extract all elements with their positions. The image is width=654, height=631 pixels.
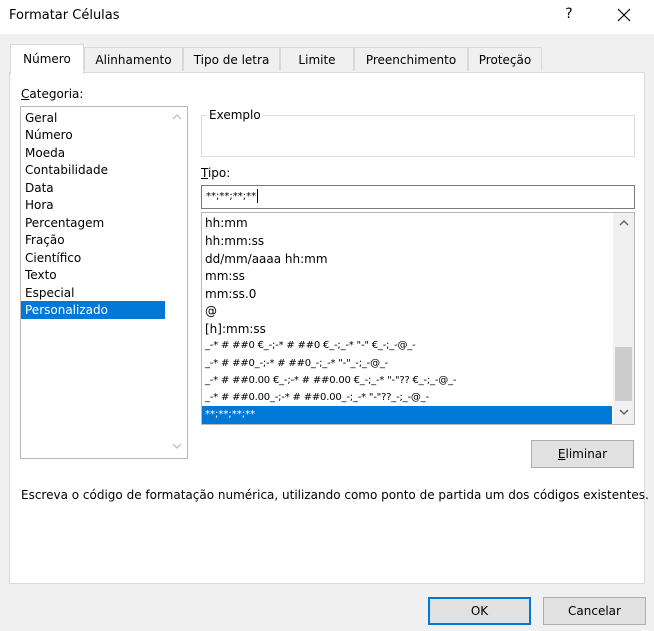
scroll-down-icon[interactable]: [613, 403, 634, 424]
description-text: Escreva o código de formatação numérica,…: [21, 488, 649, 502]
list-item[interactable]: mm:ss.0: [202, 285, 612, 303]
scroll-thumb[interactable]: [615, 347, 632, 401]
format-code-list[interactable]: hh:mm hh:mm:ss dd/mm/aaaa hh:mm mm:ss mm…: [201, 212, 635, 425]
list-item[interactable]: dd/mm/aaaa hh:mm: [202, 250, 612, 268]
example-legend: Exemplo: [207, 108, 263, 122]
list-item[interactable]: Geral: [21, 109, 165, 127]
type-input-value: **;**;**;**: [206, 191, 257, 202]
list-item[interactable]: Percentagem: [21, 214, 165, 232]
list-item[interactable]: Fração: [21, 231, 165, 249]
text-caret: [257, 189, 259, 203]
scroll-up-icon[interactable]: [166, 107, 187, 128]
format-scrollbar[interactable]: [613, 213, 634, 424]
category-list[interactable]: Geral Número Moeda Contabilidade Data Ho…: [20, 106, 188, 459]
scroll-up-icon[interactable]: [613, 213, 634, 234]
list-item[interactable]: Data: [21, 179, 165, 197]
tab-limite[interactable]: Limite: [280, 47, 354, 71]
list-item[interactable]: [h]:mm:ss: [202, 320, 612, 338]
category-scrollbar[interactable]: [166, 107, 187, 458]
list-item[interactable]: Texto: [21, 266, 165, 284]
type-label: Tipo:: [201, 166, 230, 180]
window-title: Formatar Células: [9, 8, 120, 23]
category-label: Categoria:: [21, 87, 83, 101]
list-item[interactable]: mm:ss: [202, 267, 612, 285]
list-item-selected[interactable]: **;**;**;**: [202, 406, 612, 424]
title-bar: Formatar Células ?: [0, 0, 654, 34]
category-label-text: ategoria:: [29, 87, 84, 101]
tab-protecao[interactable]: Proteção: [468, 47, 542, 71]
tab-alinhamento[interactable]: Alinhamento: [84, 47, 183, 71]
tab-tipo-de-letra[interactable]: Tipo de letra: [183, 47, 280, 71]
delete-button[interactable]: Eliminar: [531, 440, 634, 468]
delete-button-accel: E: [557, 447, 566, 461]
list-item[interactable]: Hora: [21, 196, 165, 214]
list-item[interactable]: _-* # ##0.00 €_-;-* # ##0.00 €_-;_-* "-"…: [202, 372, 612, 390]
list-item[interactable]: Especial: [21, 284, 165, 302]
list-item[interactable]: Científico: [21, 249, 165, 267]
list-item[interactable]: hh:mm:ss: [202, 232, 612, 250]
tab-numero[interactable]: Número: [10, 44, 84, 74]
list-item[interactable]: _-* # ##0.00_-;-* # ##0.00_-;_-* "-"??_-…: [202, 389, 612, 407]
delete-button-label: liminar: [565, 447, 608, 461]
help-button[interactable]: ?: [561, 6, 577, 22]
example-preview: [201, 115, 635, 157]
list-item[interactable]: _-* # ##0_-;-* # ##0_-;_-* "-"_-;_-@_-: [202, 355, 612, 373]
list-item-selected[interactable]: Personalizado: [21, 301, 165, 319]
list-item[interactable]: Moeda: [21, 144, 165, 162]
list-item[interactable]: Número: [21, 126, 165, 144]
close-icon[interactable]: [614, 5, 634, 25]
ok-button[interactable]: OK: [428, 597, 531, 625]
tab-preenchimento[interactable]: Preenchimento: [354, 47, 468, 71]
type-input[interactable]: **;**;**;**: [201, 185, 635, 209]
type-label-accel: T: [201, 166, 208, 180]
list-item[interactable]: @: [202, 302, 612, 320]
cancel-button[interactable]: Cancelar: [543, 597, 646, 625]
list-item[interactable]: Contabilidade: [21, 161, 165, 179]
list-item[interactable]: hh:mm: [202, 214, 612, 232]
type-label-text: ipo:: [207, 166, 231, 180]
list-item[interactable]: _-* # ##0 €_-;-* # ##0 €_-;_-* "-" €_-;_…: [202, 337, 612, 355]
scroll-down-icon[interactable]: [166, 437, 187, 458]
